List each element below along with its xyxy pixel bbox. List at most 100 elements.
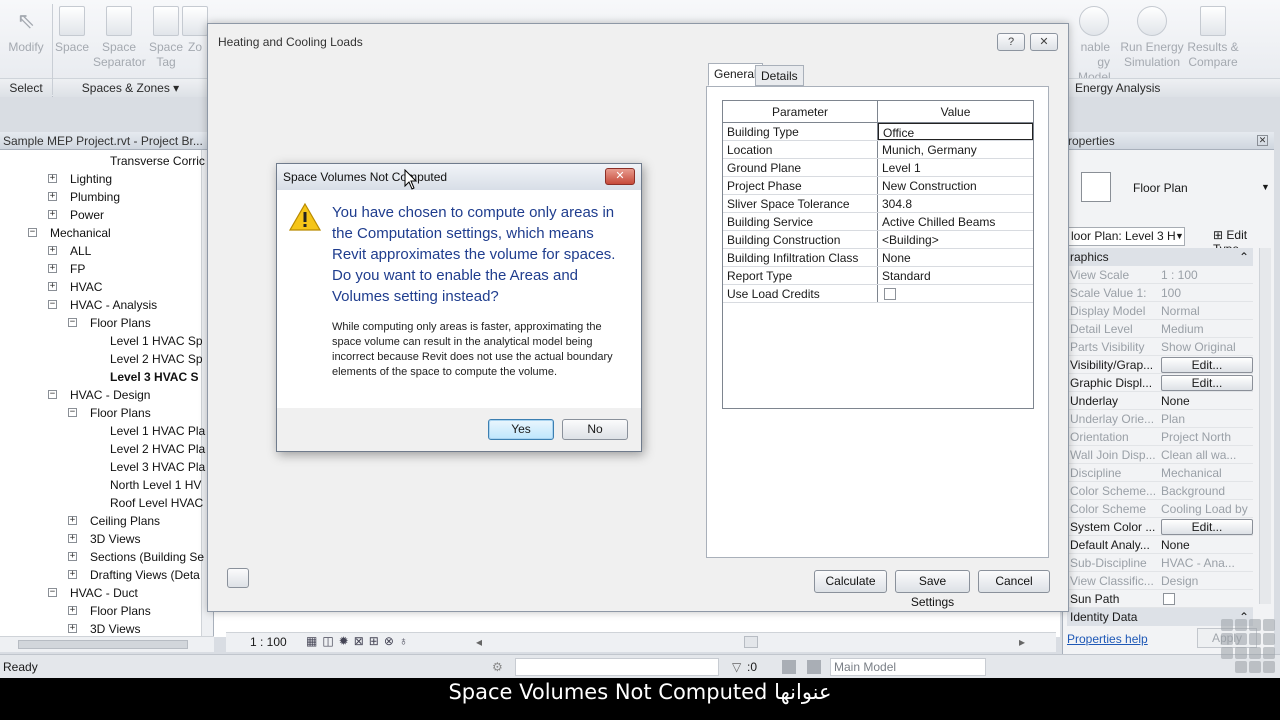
use-load-credits-checkbox[interactable] [884,288,896,300]
browser-horizontal-scrollbar[interactable] [0,636,214,652]
spaces-zones-panel-label[interactable]: Spaces & Zones ▾ [53,78,208,97]
browser-tree-item[interactable]: + Lighting [48,170,112,188]
no-button[interactable]: No [562,419,628,440]
expand-icon[interactable]: + [68,606,77,615]
browser-tree-item[interactable]: Transverse Corric [110,152,205,170]
browser-tree-item[interactable]: − Floor Plans [68,314,151,332]
browser-tree-item[interactable]: − HVAC - Analysis [48,296,157,314]
browser-tree-item[interactable]: + Ceiling Plans [68,512,160,530]
value-cell[interactable]: Level 1 [878,159,1033,176]
collapse-icon[interactable]: − [68,318,77,327]
value-cell[interactable]: Standard [878,267,1033,284]
analytical-model-icon[interactable] [227,568,249,588]
browser-tree-item[interactable]: − Mechanical [28,224,111,242]
checkbox[interactable] [1163,593,1175,605]
main-model-dropdown[interactable]: Main Model [830,658,986,676]
grid-row[interactable]: Project Phase New Construction [723,177,1033,195]
save-settings-button[interactable]: Save Settings [895,570,970,609]
modify-button[interactable]: ⇖ Modify [0,6,52,55]
grid-row[interactable]: Ground Plane Level 1 [723,159,1033,177]
expand-icon[interactable]: + [48,174,57,183]
browser-tree-item[interactable]: +3D Views [68,530,140,548]
browser-scroll-thumb[interactable] [18,640,188,649]
scroll-left-icon[interactable]: ◂ [476,635,482,649]
browser-tree-item[interactable]: + ALL [48,242,91,260]
chevron-down-icon[interactable]: ▼ [1261,182,1270,192]
browser-tree-item[interactable]: − HVAC - Design [48,386,150,404]
filter-chevron-icon[interactable]: ▼ [1175,231,1184,241]
workset-dropdown[interactable] [515,658,719,676]
expand-icon[interactable]: + [48,282,57,291]
grid-row[interactable]: Sliver Space Tolerance 304.8 [723,195,1033,213]
expand-icon[interactable]: + [68,552,77,561]
browser-tree-item[interactable]: Level 2 HVAC Sp [110,350,203,368]
property-value[interactable]: None [1161,536,1253,553]
browser-tree-item[interactable]: Level 1 HVAC Pla [110,422,205,440]
enable-energy-model-button[interactable]: nable gy Model [1078,6,1110,85]
project-browser[interactable]: Transverse Corric + Lighting + Plumbing + Powe… [0,150,214,636]
run-energy-simulation-button[interactable]: Run Energy Simulation [1118,6,1186,70]
results-compare-button[interactable]: Results & Compare [1185,6,1241,70]
grid-row[interactable]: Building Infiltration Class None [723,249,1033,267]
zone-button[interactable]: Zo [180,6,210,55]
browser-tree-item[interactable]: − HVAC - Duct [48,584,138,602]
collapse-icon[interactable]: − [48,390,57,399]
browser-tree-item[interactable]: + Floor Plans [68,602,151,620]
property-edit-button[interactable]: Edit... [1161,518,1253,535]
editing-requests-icon[interactable] [782,660,796,674]
properties-scrollbar[interactable] [1259,248,1271,604]
properties-help-link[interactable]: Properties help [1067,632,1148,646]
worksets-icon[interactable]: ⚙ [492,655,503,679]
tab-details[interactable]: Details [755,65,804,86]
value-cell[interactable]: <Building> [878,231,1033,248]
expand-icon[interactable]: + [68,570,77,579]
select-panel-label[interactable]: Select [0,78,52,97]
browser-tree-item[interactable]: Level 2 HVAC Pla [110,440,205,458]
value-cell[interactable]: 304.8 [878,195,1033,212]
property-checkbox[interactable] [1161,590,1253,607]
property-edit-button[interactable]: Edit... [1161,374,1253,391]
calculate-button[interactable]: Calculate [814,570,887,593]
property-edit-button[interactable]: Edit... [1161,356,1253,373]
value-cell[interactable]: None [878,249,1033,266]
help-button[interactable]: ? [997,33,1025,51]
edit-button[interactable]: Edit... [1161,357,1253,373]
view-scale[interactable]: 1 : 100 [250,635,287,649]
expand-icon[interactable]: + [68,624,77,633]
expand-icon[interactable]: + [68,516,77,525]
browser-tree-item[interactable]: + Drafting Views (Deta [68,566,200,584]
space-button[interactable]: Space [46,6,98,55]
alert-close-button[interactable]: ✕ [605,168,635,185]
property-row[interactable]: Default Analy... None [1067,536,1253,554]
filter-icon[interactable]: ▽ [732,655,741,679]
grid-row[interactable]: Report Type Standard [723,267,1033,285]
expand-icon[interactable]: + [48,246,57,255]
collapse-icon[interactable]: − [48,588,57,597]
grid-row[interactable]: Building Service Active Chilled Beams [723,213,1033,231]
browser-tree-item[interactable]: + FP [48,260,85,278]
scroll-right-icon[interactable]: ▸ [1019,635,1025,649]
browser-tree-item[interactable]: Level 1 HVAC Sp [110,332,203,350]
grid-row[interactable]: Building Construction <Building> [723,231,1033,249]
browser-tree-item[interactable]: Level 3 HVAC S [110,368,198,386]
browser-tree-item[interactable]: North Level 1 HV [110,476,201,494]
value-cell[interactable]: Munich, Germany [878,141,1033,158]
expand-icon[interactable]: + [48,210,57,219]
grid-row[interactable]: Use Load Credits [723,285,1033,303]
collapse-icon[interactable]: − [48,300,57,309]
property-row[interactable]: Graphic Displ... Edit... [1067,374,1253,392]
value-cell[interactable]: New Construction [878,177,1033,194]
property-row[interactable]: Sun Path [1067,590,1253,608]
properties-close-icon[interactable]: ✕ [1257,135,1268,146]
property-row[interactable]: System Color ... Edit... [1067,518,1253,536]
expand-icon[interactable]: + [68,534,77,543]
instance-filter-dropdown[interactable]: loor Plan: Level 3 H [1067,227,1185,246]
browser-tree-item[interactable]: + HVAC [48,278,102,296]
browser-tree-item[interactable]: +3D Views [68,620,140,636]
grid-row[interactable]: Location Munich, Germany [723,141,1033,159]
view-control-icons[interactable]: ▦◫✹⊠⊞⊗♁ [306,634,413,648]
collapse-icon[interactable]: − [28,228,37,237]
edit-button[interactable]: Edit... [1161,519,1253,535]
collapse-icon[interactable]: − [68,408,77,417]
type-selector[interactable]: Floor Plan [1133,181,1188,195]
